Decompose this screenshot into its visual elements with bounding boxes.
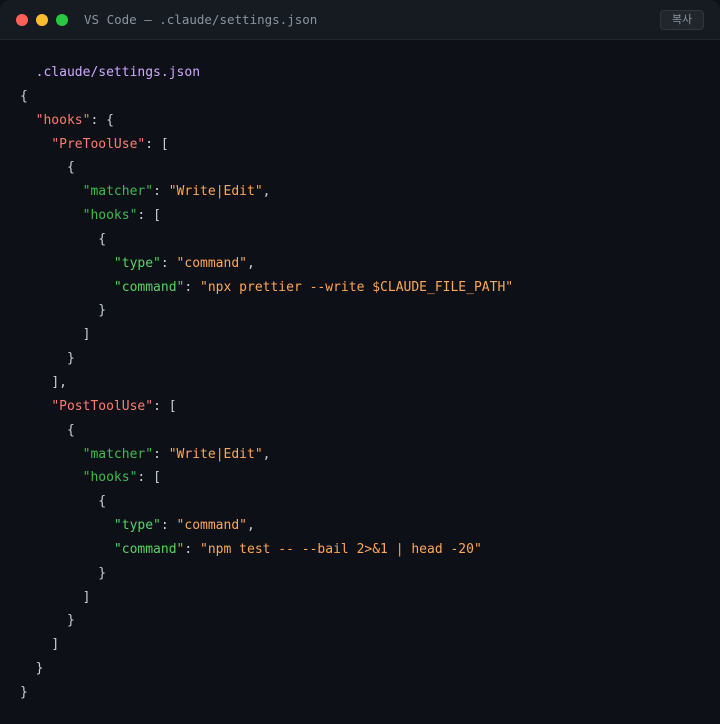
code-line: "matcher": "Write|Edit",	[20, 443, 513, 467]
string-token: "Write|Edit"	[168, 446, 263, 462]
punctuation-token: : {	[90, 112, 114, 128]
punctuation-token: :	[160, 255, 177, 271]
code-line: }	[20, 299, 513, 323]
code-line: ]	[20, 633, 513, 657]
key-token: "type"	[113, 518, 161, 534]
punctuation-token: {	[98, 494, 107, 510]
punctuation-token: ],	[51, 374, 67, 390]
punctuation-token: {	[66, 422, 75, 438]
code-line: "type": "command",	[20, 252, 513, 276]
punctuation-token: }	[98, 303, 107, 319]
key-token: "hooks"	[82, 208, 138, 224]
code-line: {	[20, 156, 513, 180]
code-line: }	[20, 562, 513, 586]
key-token: "command"	[113, 279, 185, 295]
key-token: "command"	[113, 541, 185, 557]
key-token: "hooks"	[35, 112, 91, 128]
title-bar: VS Code — .claude/settings.json 복사	[0, 0, 720, 40]
punctuation-token: ,	[247, 518, 255, 534]
punctuation-token: ,	[247, 255, 255, 271]
code-line: {	[20, 85, 513, 109]
window-title: VS Code — .claude/settings.json	[84, 12, 318, 27]
key-token: "type"	[113, 255, 161, 271]
punctuation-token: ]	[51, 637, 60, 653]
punctuation-token: ,	[262, 446, 271, 462]
punctuation-token: }	[20, 684, 28, 700]
key-token: "matcher"	[82, 184, 154, 200]
editor-window: VS Code — .claude/settings.json 복사 .clau…	[0, 0, 720, 724]
string-token: "Write|Edit"	[168, 184, 263, 200]
code-line: "PostToolUse": [	[20, 395, 513, 419]
code-editor[interactable]: .claude/settings.json{ "hooks": { "PreTo…	[0, 40, 720, 724]
punctuation-token: : [	[145, 136, 169, 152]
punctuation-token: ,	[262, 184, 271, 200]
code-line: "command": "npx prettier --write $CLAUDE…	[20, 276, 513, 300]
code-line: {	[20, 490, 513, 514]
minimize-window-button[interactable]	[36, 14, 48, 26]
code-line: }	[20, 347, 513, 371]
code-line: "matcher": "Write|Edit",	[20, 180, 513, 204]
code-line: "command": "npm test -- --bail 2>&1 | he…	[20, 538, 513, 562]
code-line: ]	[20, 586, 513, 610]
code-line: }	[20, 657, 513, 681]
string-token: "command"	[176, 518, 247, 534]
punctuation-token: }	[66, 351, 75, 367]
punctuation-token: : [	[153, 398, 177, 414]
filename-line: .claude/settings.json	[20, 61, 513, 85]
punctuation-token: : [	[137, 470, 161, 486]
maximize-window-button[interactable]	[56, 14, 68, 26]
code-line: }	[20, 609, 513, 633]
punctuation-token: {	[20, 88, 28, 104]
key-token: "PreToolUse"	[51, 136, 146, 152]
punctuation-token: :	[184, 279, 201, 295]
file-path-label: .claude/settings.json	[35, 65, 201, 80]
string-token: "npx prettier --write $CLAUDE_FILE_PATH"	[200, 279, 514, 295]
punctuation-token: ]	[82, 327, 91, 343]
code-line: ]	[20, 323, 513, 347]
code-line: "hooks": [	[20, 204, 513, 228]
code-line: }	[20, 681, 513, 705]
string-token: "npm test -- --bail 2>&1 | head -20"	[200, 541, 482, 557]
punctuation-token: :	[160, 518, 177, 534]
punctuation-token: {	[98, 231, 107, 247]
copy-button[interactable]: 복사	[660, 10, 704, 30]
punctuation-token: }	[66, 613, 75, 629]
close-window-button[interactable]	[16, 14, 28, 26]
punctuation-token: {	[66, 160, 75, 176]
code-line: {	[20, 228, 513, 252]
key-token: "hooks"	[82, 470, 138, 486]
code-line: "hooks": [	[20, 466, 513, 490]
punctuation-token: : [	[137, 208, 161, 224]
code-block: .claude/settings.json{ "hooks": { "PreTo…	[20, 61, 513, 705]
string-token: "command"	[176, 255, 247, 271]
punctuation-token: }	[35, 661, 44, 677]
code-line: "PreToolUse": [	[20, 133, 513, 157]
code-line: "type": "command",	[20, 514, 513, 538]
punctuation-token: :	[184, 541, 201, 557]
code-line: "hooks": {	[20, 109, 513, 133]
punctuation-token: }	[98, 565, 107, 581]
code-line: {	[20, 419, 513, 443]
punctuation-token: :	[153, 446, 169, 462]
key-token: "matcher"	[82, 446, 154, 462]
punctuation-token: :	[153, 184, 169, 200]
key-token: "PostToolUse"	[51, 398, 154, 414]
punctuation-token: ]	[82, 589, 91, 605]
code-line: ],	[20, 371, 513, 395]
